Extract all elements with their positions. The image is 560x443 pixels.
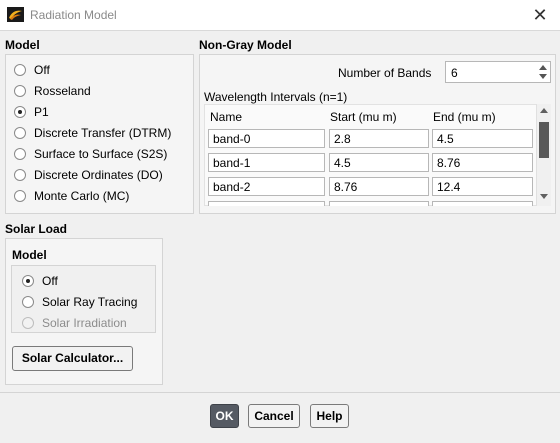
solar-model-label: Model xyxy=(12,248,47,262)
radio-button[interactable] xyxy=(22,296,34,308)
band-end-field-clipped xyxy=(432,201,533,206)
window-title: Radiation Model xyxy=(30,8,117,22)
solar-option-irradiation: Solar Irradiation xyxy=(22,314,127,332)
model-option-do[interactable]: Discrete Ordinates (DO) xyxy=(14,166,163,184)
radio-button[interactable] xyxy=(14,190,26,202)
solar-option-ray-tracing[interactable]: Solar Ray Tracing xyxy=(22,293,137,311)
model-option-label: Monte Carlo (MC) xyxy=(34,189,130,203)
radio-button[interactable] xyxy=(14,85,26,97)
band-end-field[interactable]: 4.5 xyxy=(432,129,533,148)
ok-button[interactable]: OK xyxy=(210,404,239,428)
column-header-name: Name xyxy=(210,110,243,124)
model-option-dtrm[interactable]: Discrete Transfer (DTRM) xyxy=(14,124,171,142)
wavelength-intervals-label: Wavelength Intervals (n=1) xyxy=(204,90,348,104)
model-option-label: Discrete Transfer (DTRM) xyxy=(34,126,172,140)
band-end-field[interactable]: 12.4 xyxy=(432,177,533,196)
radio-button[interactable] xyxy=(14,127,26,139)
band-name-field[interactable]: band-0 xyxy=(208,129,325,148)
band-start-field[interactable]: 8.76 xyxy=(329,177,429,196)
radio-button[interactable] xyxy=(14,148,26,160)
band-end-field[interactable]: 8.76 xyxy=(432,153,533,172)
separator xyxy=(0,392,560,393)
radio-button[interactable] xyxy=(14,64,26,76)
spin-down-icon[interactable] xyxy=(539,74,547,79)
help-button[interactable]: Help xyxy=(310,404,349,428)
model-option-rosseland[interactable]: Rosseland xyxy=(14,82,91,100)
radio-button[interactable] xyxy=(14,169,26,181)
band-start-field-clipped xyxy=(329,201,429,206)
scroll-down-icon[interactable] xyxy=(540,194,548,199)
solar-option-label: Solar Ray Tracing xyxy=(42,295,138,309)
model-section-label: Model xyxy=(5,38,40,52)
model-option-label: Surface to Surface (S2S) xyxy=(34,147,168,161)
scroll-up-icon[interactable] xyxy=(540,108,548,113)
model-option-label: P1 xyxy=(34,105,49,119)
model-option-p1[interactable]: P1 xyxy=(14,103,49,121)
solar-option-off[interactable]: Off xyxy=(22,272,58,290)
solar-option-label: Off xyxy=(42,274,58,288)
scroll-thumb[interactable] xyxy=(539,122,549,158)
table-scrollbar[interactable] xyxy=(536,104,551,206)
model-option-label: Rosseland xyxy=(34,84,91,98)
non-gray-section-label: Non-Gray Model xyxy=(199,38,292,52)
band-start-field[interactable]: 2.8 xyxy=(329,129,429,148)
solar-model-group: Off Solar Ray Tracing Solar Irradiation xyxy=(11,265,156,333)
band-name-field-clipped xyxy=(208,201,325,206)
model-group: Off Rosseland P1 Discrete Transfer (DTRM… xyxy=(5,54,194,214)
cancel-button[interactable]: Cancel xyxy=(248,404,300,428)
model-option-label: Off xyxy=(34,63,50,77)
band-name-field[interactable]: band-1 xyxy=(208,153,325,172)
column-header-end: End (mu m) xyxy=(433,110,496,124)
solar-option-label: Solar Irradiation xyxy=(42,316,127,330)
model-option-mc[interactable]: Monte Carlo (MC) xyxy=(14,187,129,205)
model-option-off[interactable]: Off xyxy=(14,61,50,79)
model-option-s2s[interactable]: Surface to Surface (S2S) xyxy=(14,145,167,163)
spin-up-icon[interactable] xyxy=(539,65,547,70)
solar-load-section-label: Solar Load xyxy=(5,222,68,236)
column-header-start: Start (mu m) xyxy=(330,110,397,124)
radio-button-selected[interactable] xyxy=(14,106,26,118)
title-bar: Radiation Model ✕ xyxy=(0,0,560,31)
model-option-label: Discrete Ordinates (DO) xyxy=(34,168,163,182)
band-name-field[interactable]: band-2 xyxy=(208,177,325,196)
close-icon[interactable]: ✕ xyxy=(520,0,560,30)
radio-button-disabled xyxy=(22,317,34,329)
solar-calculator-button[interactable]: Solar Calculator... xyxy=(12,346,133,371)
radio-button-selected[interactable] xyxy=(22,275,34,287)
number-of-bands-spinner[interactable]: 6 xyxy=(445,61,551,83)
band-start-field[interactable]: 4.5 xyxy=(329,153,429,172)
number-of-bands-label: Number of Bands xyxy=(338,66,432,80)
fluent-logo-icon xyxy=(7,7,24,22)
number-of-bands-value: 6 xyxy=(451,66,458,80)
solar-load-group: Model Off Solar Ray Tracing Solar Irradi… xyxy=(5,238,163,385)
